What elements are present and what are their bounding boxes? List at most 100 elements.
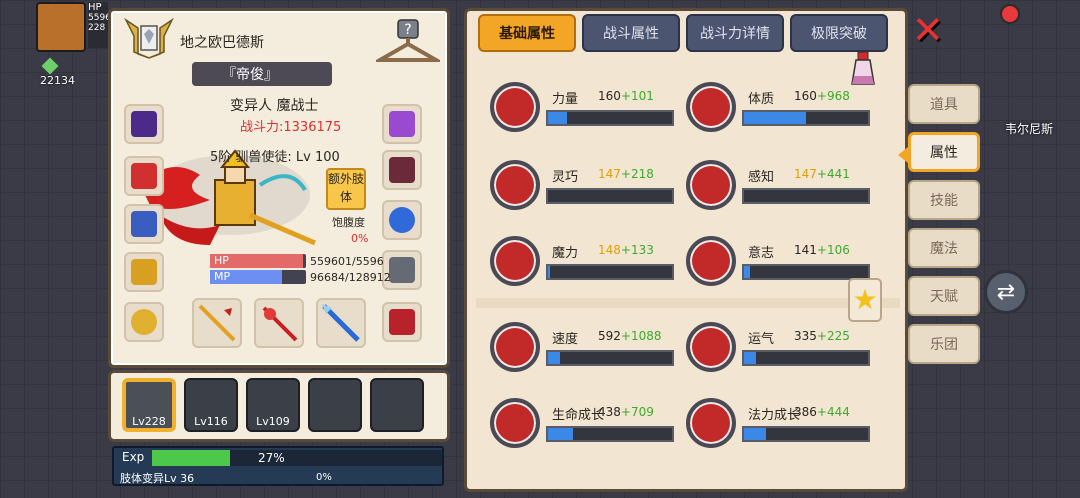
tab-0[interactable]: 基础属性 xyxy=(478,14,576,52)
party-member-level: Lv228 xyxy=(132,415,166,428)
stat-bonus: +101 xyxy=(620,89,654,103)
stat-bonus: +444 xyxy=(816,405,850,419)
npc-name[interactable]: 韦尔尼斯 xyxy=(1005,120,1053,137)
side-menu-item[interactable]: 属性 xyxy=(908,132,980,172)
hud-stats: HP 559601 228 xyxy=(88,2,123,48)
equip-slot-boots[interactable] xyxy=(382,302,422,342)
exp-bar-fill xyxy=(152,450,231,466)
stat-value: 438+709 xyxy=(598,405,654,419)
wing-icon xyxy=(490,322,540,372)
stat-bar xyxy=(742,188,870,204)
side-menu-item[interactable]: 乐团 xyxy=(908,324,980,364)
stat-value: 147+218 xyxy=(598,167,654,181)
gem-count: 22134 xyxy=(40,74,75,87)
stat-bonus: +225 xyxy=(816,329,850,343)
satiety-value: 0% xyxy=(351,232,369,245)
stat-bar xyxy=(546,110,674,126)
pet-icon xyxy=(389,157,415,183)
weapon-slot-3[interactable] xyxy=(316,298,366,348)
equip-slot-anchor[interactable] xyxy=(382,200,422,240)
stat-base: 160 xyxy=(794,89,817,103)
stat-name: 力量 xyxy=(552,92,579,107)
player-avatar[interactable] xyxy=(36,2,86,52)
stat-base: 335 xyxy=(794,329,817,343)
stat-name: 运气 xyxy=(748,332,775,347)
equip-slot-cape[interactable] xyxy=(124,156,164,196)
exp-label: Exp xyxy=(122,450,145,464)
character-name[interactable]: 『帝俊』 xyxy=(192,62,332,86)
stat-base: 147 xyxy=(598,167,621,181)
active-side-arrow xyxy=(898,147,908,163)
close-icon[interactable]: ✕ xyxy=(912,11,948,49)
hp-text: 559601/5596 xyxy=(310,255,384,268)
exp-percent: 27% xyxy=(258,451,285,465)
stat-bar xyxy=(546,426,674,442)
mp-label: MP xyxy=(214,270,231,283)
tab-2[interactable]: 战斗力详情 xyxy=(686,14,784,52)
equip-slot-belt[interactable] xyxy=(382,250,422,290)
party-member-slot[interactable] xyxy=(370,378,424,432)
equip-slot-armor[interactable] xyxy=(124,204,164,244)
ring-icon xyxy=(131,309,157,335)
equip-slot-amulet[interactable] xyxy=(382,104,422,144)
anchor-icon xyxy=(389,207,415,233)
potion-icon[interactable] xyxy=(848,50,878,90)
stat-base: 438 xyxy=(598,405,621,419)
stat-name: 灵巧 xyxy=(552,170,579,185)
muscle-icon xyxy=(490,82,540,132)
weapon-slot-2[interactable] xyxy=(254,298,304,348)
stat-value: 147+441 xyxy=(794,167,850,181)
body-icon xyxy=(686,82,736,132)
satiety-label: 饱腹度 xyxy=(332,216,365,229)
hud-hp-value: 559601 xyxy=(88,13,123,23)
side-menu-item[interactable]: 魔法 xyxy=(908,228,980,268)
magic-star-icon xyxy=(686,398,736,448)
equip-slot-ring[interactable] xyxy=(124,302,164,342)
belt-icon xyxy=(389,257,415,283)
side-menu-item[interactable]: 道具 xyxy=(908,84,980,124)
swirl-icon xyxy=(490,236,540,286)
swap-icon[interactable]: ⇄ xyxy=(984,270,1028,314)
stat-bar-fill xyxy=(548,266,551,278)
favorite-star-button[interactable]: ★ xyxy=(848,278,882,322)
party-member-slot[interactable]: Lv109 xyxy=(246,378,300,432)
halberd-icon xyxy=(198,304,236,342)
clover-icon xyxy=(686,322,736,372)
weapon-slot-1[interactable] xyxy=(192,298,242,348)
svg-text:?: ? xyxy=(404,22,411,38)
tab-1[interactable]: 战斗属性 xyxy=(582,14,680,52)
party-member-slot[interactable]: Lv116 xyxy=(184,378,238,432)
party-member-level: Lv116 xyxy=(194,415,228,428)
stat-value: 386+444 xyxy=(794,405,850,419)
equip-slot-pet[interactable] xyxy=(382,150,422,190)
equip-slot-helmet[interactable] xyxy=(124,104,164,144)
fish-spear-icon xyxy=(322,304,360,342)
stat-bar-fill xyxy=(548,352,561,364)
stat-value: 592+1088 xyxy=(598,329,662,343)
hud-level: 228 xyxy=(88,23,106,33)
stat-name: 魔力 xyxy=(552,246,579,261)
stat-bar-fill xyxy=(744,428,767,440)
rank-emblem-icon xyxy=(124,17,174,59)
mind-icon xyxy=(686,236,736,286)
combat-power: 战斗力:1336175 xyxy=(240,120,342,135)
eye-icon xyxy=(686,160,736,210)
helmet-icon xyxy=(131,111,157,137)
red-dot-icon[interactable] xyxy=(1000,4,1020,24)
side-menu-item[interactable]: 天赋 xyxy=(908,276,980,316)
tab-3[interactable]: 极限突破 xyxy=(790,14,888,52)
stat-bar xyxy=(546,188,674,204)
party-member-slot[interactable]: Lv228 xyxy=(122,378,176,432)
side-menu-item[interactable]: 技能 xyxy=(908,180,980,220)
hanger-icon[interactable]: ? xyxy=(376,18,440,66)
equip-slot-gloves[interactable] xyxy=(124,252,164,292)
stat-bar-fill xyxy=(744,266,751,278)
hud-hp-label: HP xyxy=(88,2,102,13)
party-member-slot[interactable] xyxy=(308,378,362,432)
stat-value: 335+225 xyxy=(794,329,850,343)
stat-bonus: +441 xyxy=(816,167,850,181)
stat-bonus: +968 xyxy=(816,89,850,103)
extra-limb-button[interactable]: 额外肢体 xyxy=(326,168,366,210)
stat-name: 速度 xyxy=(552,332,579,347)
stat-bonus: +133 xyxy=(620,243,654,257)
